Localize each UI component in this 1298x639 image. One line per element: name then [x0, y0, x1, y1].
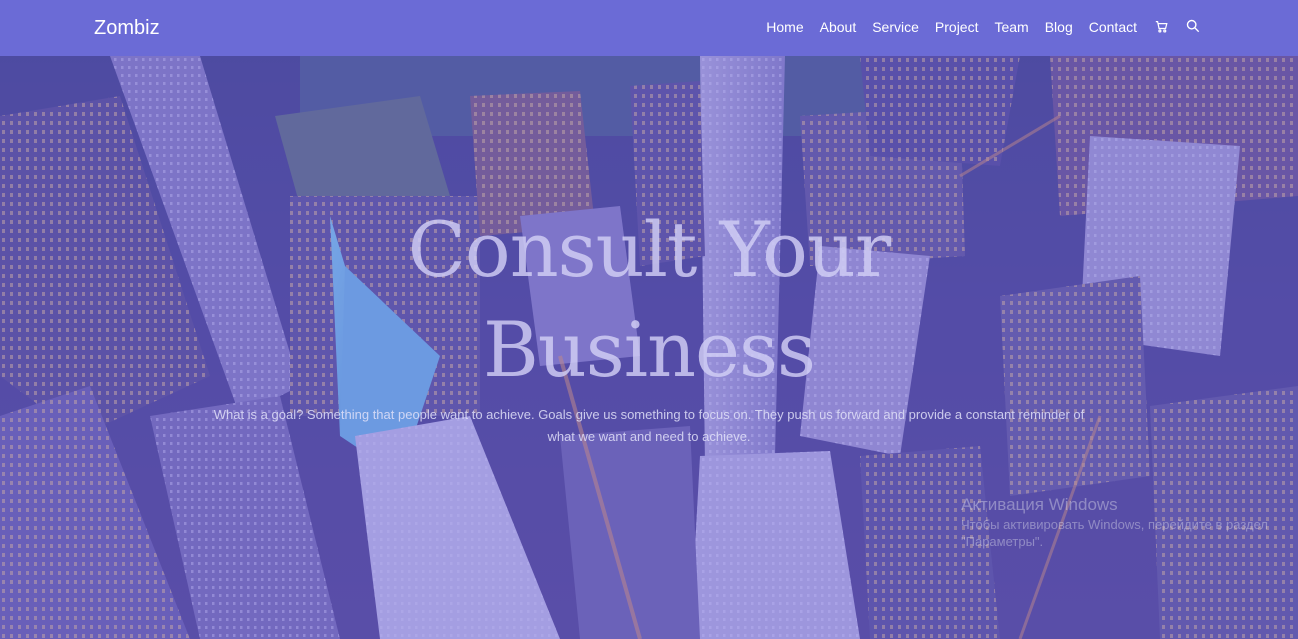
hero-content: Consult Your Business What is a goal? So… — [0, 200, 1298, 448]
nav-link-service[interactable]: Service — [872, 19, 919, 35]
page: Zombiz Home About Service Project Team B… — [0, 0, 1298, 639]
nav-link-project[interactable]: Project — [935, 19, 979, 35]
hero-text: What is a goal? Something that people wa… — [213, 407, 1085, 444]
windows-activation-watermark: Активация Windows Чтобы активировать Win… — [961, 494, 1281, 550]
nav-menu: Home About Service Project Team Blog Con… — [766, 0, 1201, 56]
watermark-text: Чтобы активировать Windows, перейдите в … — [961, 517, 1268, 549]
nav-link-team[interactable]: Team — [994, 19, 1028, 35]
nav-link-blog[interactable]: Blog — [1045, 19, 1073, 35]
watermark-title: Активация Windows — [961, 495, 1118, 514]
nav-link-about[interactable]: About — [820, 19, 857, 35]
hero-title: Consult Your Business — [407, 205, 891, 394]
cart-icon[interactable] — [1153, 18, 1169, 34]
search-icon[interactable] — [1185, 18, 1201, 34]
nav-link-home[interactable]: Home — [766, 19, 803, 35]
navbar: Zombiz Home About Service Project Team B… — [0, 0, 1298, 56]
brand-logo[interactable]: Zombiz — [94, 15, 160, 41]
hero-section: Consult Your Business What is a goal? So… — [0, 56, 1298, 639]
nav-link-contact[interactable]: Contact — [1089, 19, 1137, 35]
